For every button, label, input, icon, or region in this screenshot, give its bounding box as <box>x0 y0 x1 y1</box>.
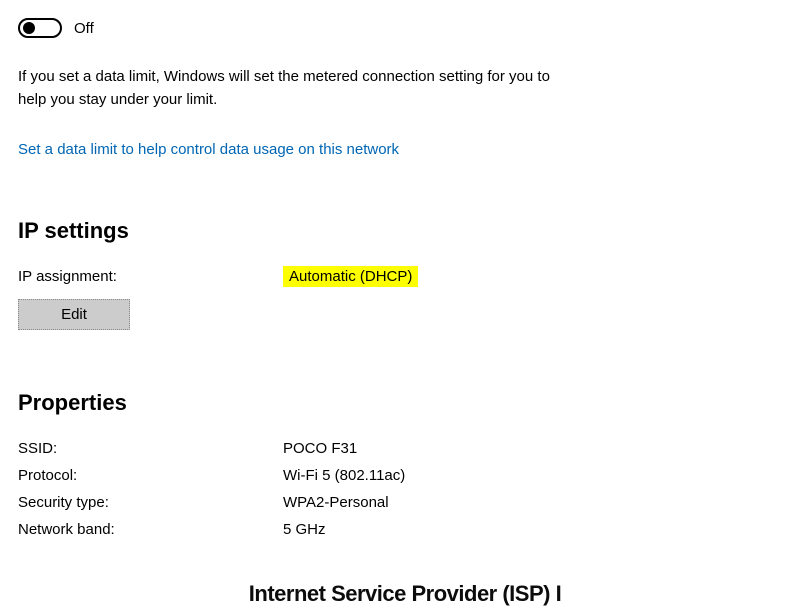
property-label: Network band: <box>18 521 283 538</box>
property-label: SSID: <box>18 440 283 457</box>
set-data-limit-link[interactable]: Set a data limit to help control data us… <box>18 141 399 158</box>
metered-toggle[interactable] <box>18 18 62 38</box>
ip-assignment-label: IP assignment: <box>18 268 283 285</box>
property-value: 5 GHz <box>283 521 792 538</box>
property-label: Security type: <box>18 494 283 511</box>
property-row: Protocol: Wi-Fi 5 (802.11ac) <box>18 467 792 484</box>
property-row: SSID: POCO F31 <box>18 440 792 457</box>
property-value: WPA2-Personal <box>283 494 792 511</box>
property-value: Wi-Fi 5 (802.11ac) <box>283 467 792 484</box>
property-value: POCO F31 <box>283 440 792 457</box>
ip-assignment-value: Automatic (DHCP) <box>283 268 792 285</box>
properties-heading: Properties <box>18 390 792 416</box>
property-label: Protocol: <box>18 467 283 484</box>
cutoff-heading: Internet Service Provider (ISP) I <box>0 581 810 607</box>
toggle-knob <box>23 22 35 34</box>
property-row: Security type: WPA2-Personal <box>18 494 792 511</box>
ip-settings-heading: IP settings <box>18 218 792 244</box>
property-row: Network band: 5 GHz <box>18 521 792 538</box>
ip-edit-button[interactable]: Edit <box>18 299 130 330</box>
metered-description: If you set a data limit, Windows will se… <box>18 66 578 111</box>
metered-toggle-label: Off <box>74 20 94 37</box>
